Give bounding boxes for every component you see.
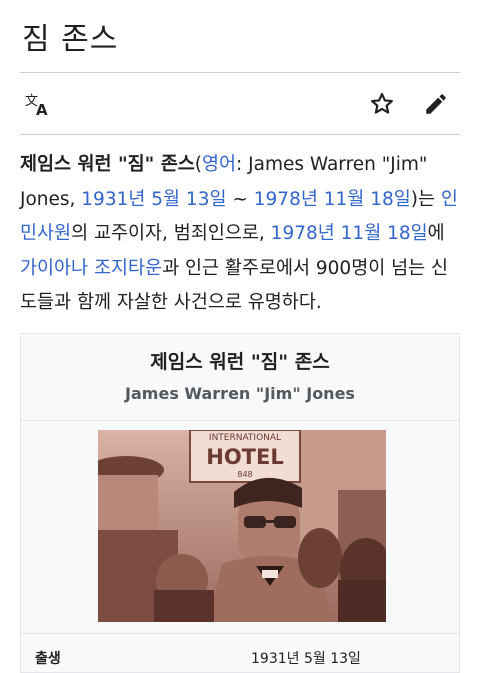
- georgetown-link[interactable]: 조지타운: [94, 258, 162, 279]
- language-link[interactable]: 영어: [202, 154, 236, 175]
- svg-text:A: A: [36, 101, 48, 117]
- after-death-text: )는: [410, 188, 441, 210]
- event-date-link[interactable]: 1978년 11월 18일: [271, 223, 428, 244]
- translate-icon: 文 A: [25, 94, 48, 117]
- star-outline-icon: [371, 92, 393, 114]
- edit-button[interactable]: [418, 84, 454, 124]
- sign-line-2: HOTEL: [206, 445, 283, 469]
- portrait-photo-graphic: INTERNATIONAL HOTEL 848: [98, 430, 386, 622]
- tilde: ~: [226, 188, 254, 210]
- sign-number: 848: [237, 470, 252, 479]
- sign-line-1: INTERNATIONAL: [209, 433, 281, 443]
- paren-open: (: [194, 154, 202, 175]
- lead-paragraph: 제임스 워런 "짐" 존스(영어: James Warren "Jim" Jon…: [20, 148, 462, 321]
- birth-value: 1931년 5월 13일: [251, 651, 361, 667]
- page-title: 짐 존스: [22, 22, 119, 57]
- page-toolbar: 文 A: [20, 84, 460, 126]
- middle-text: 의 교주이자, 범죄인으로,: [71, 223, 271, 244]
- pencil-icon: [426, 94, 446, 114]
- infobox-row-divider: [21, 633, 459, 634]
- infobox-subtitle: James Warren "Jim" Jones: [125, 384, 355, 403]
- infobox: 제임스 워런 "짐" 존스 James Warren "Jim" Jones I…: [20, 333, 460, 673]
- after-date-text: 에: [427, 223, 445, 244]
- portrait-photo[interactable]: INTERNATIONAL HOTEL 848: [98, 430, 386, 622]
- toolbar-divider: [20, 134, 460, 135]
- infobox-divider: [21, 420, 459, 421]
- birth-label: 출생: [35, 651, 61, 667]
- infobox-title: 제임스 워런 "짐" 존스: [150, 351, 330, 373]
- guyana-link[interactable]: 가이아나: [20, 258, 88, 279]
- title-divider: [20, 72, 460, 73]
- watch-button[interactable]: [364, 84, 400, 124]
- death-date-link[interactable]: 1978년 11월 18일: [254, 189, 411, 210]
- language-button[interactable]: 文 A: [20, 84, 56, 124]
- subject-name: 제임스 워런 "짐" 존스: [20, 154, 195, 175]
- birth-date-link[interactable]: 1931년 5월 13일: [81, 189, 226, 210]
